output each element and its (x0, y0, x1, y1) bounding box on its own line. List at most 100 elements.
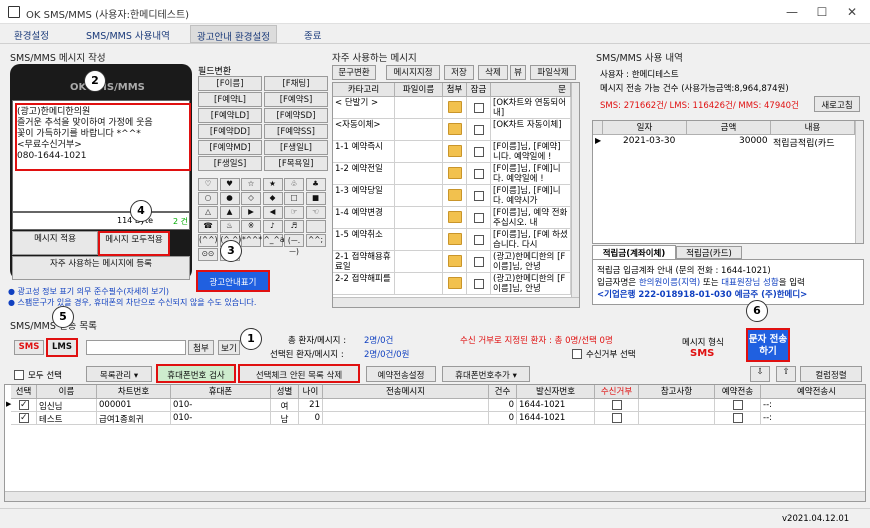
apply-all-button[interactable]: 메시지 모두적용 (98, 231, 170, 256)
lock-checkbox[interactable] (467, 119, 491, 141)
field-button[interactable]: [F예약L] (198, 92, 262, 107)
frequent-row[interactable]: 1-3 예약당일 [F이름]님, [F예]니다. 예약시가 (333, 185, 571, 207)
symbol-button[interactable]: ◇ (241, 192, 261, 205)
symbol-button[interactable]: ♧ (284, 178, 304, 191)
frequent-hscrollbar[interactable] (333, 297, 579, 307)
maximize-button[interactable]: ☐ (808, 3, 836, 21)
symbol-button[interactable]: ♣ (305, 178, 326, 191)
list-mgmt-dropdown[interactable]: 목록관리 ▾ (86, 366, 152, 382)
sort-asc-icon[interactable]: ⇩ (750, 366, 770, 382)
reserve-button[interactable]: 예약전송설정 (366, 366, 436, 382)
folder-icon[interactable] (443, 207, 467, 229)
sort-desc-icon[interactable]: ⇧ (776, 366, 796, 382)
recipient-row[interactable]: 테스트급여1종회귀010-남001644-1021--: (5, 412, 865, 425)
recipient-col-header[interactable]: 수신거부 (595, 385, 639, 399)
lock-checkbox[interactable] (467, 185, 491, 207)
add-phone-dropdown[interactable]: 휴대폰번호추가 ▾ (442, 366, 530, 382)
symbol-button[interactable]: ⊙⊙ (198, 248, 218, 261)
tab-card[interactable]: 적립금(카드) (676, 246, 742, 259)
lock-checkbox[interactable] (467, 163, 491, 185)
frequent-row[interactable]: < 단발기 > [OK차트와 연동되어 내] (333, 97, 571, 119)
symbol-button[interactable]: ☞ (284, 206, 304, 219)
recipient-col-header[interactable]: 선택 (11, 385, 37, 399)
field-button[interactable]: [F예약SD] (264, 108, 328, 123)
recipient-col-header[interactable]: 차트번호 (97, 385, 171, 399)
symbol-button[interactable]: (^^) (198, 234, 218, 247)
convert-button[interactable]: 문구변환 (332, 65, 376, 80)
row-reserve-checkbox[interactable] (715, 399, 761, 412)
apply-message-button[interactable]: 메시지 적용 (12, 231, 98, 255)
view-attach-button[interactable]: 보기 (218, 340, 240, 355)
field-button[interactable]: [F생일S] (198, 156, 262, 171)
row-select-checkbox[interactable] (11, 399, 37, 412)
folder-icon[interactable] (443, 97, 467, 119)
symbol-button[interactable]: ▲ (219, 206, 240, 219)
field-button[interactable]: [F예약MD] (198, 140, 262, 155)
frequent-row[interactable]: 1-1 예약즉시 [F이름]님, [F예약]니다. 예약일에 ! (333, 141, 571, 163)
field-button[interactable]: [F채팅] (264, 76, 328, 91)
symbol-button[interactable]: ♪ (262, 220, 283, 233)
save-button[interactable]: 저장 (444, 65, 474, 80)
symbol-button[interactable]: ▶ (241, 206, 261, 219)
symbol-button[interactable]: ● (219, 192, 240, 205)
recipient-col-header[interactable]: 전송메시지 (323, 385, 489, 399)
field-button[interactable]: [F예약S] (264, 92, 328, 107)
symbol-button[interactable]: ^_^a (262, 234, 284, 247)
recipient-col-header[interactable]: 나이 (299, 385, 323, 399)
minimize-button[interactable]: — (778, 3, 806, 21)
register-frequent-button[interactable]: 자주 사용하는 메시지에 등록 (12, 256, 190, 280)
symbol-button[interactable]: ※ (241, 220, 261, 233)
symbol-button[interactable]: ☜ (305, 206, 326, 219)
folder-icon[interactable] (443, 229, 467, 251)
lock-checkbox[interactable] (467, 273, 491, 295)
phone-check-button[interactable]: 휴대폰번호 검사 (156, 364, 236, 383)
send-message-button[interactable]: 문자 전송하기 (746, 328, 790, 362)
frequent-row[interactable]: 1-5 예약취소 [F이름]님, [F예 하셨습니다. 다시 (333, 229, 571, 251)
field-button[interactable]: [F예약DD] (198, 124, 262, 139)
lock-checkbox[interactable] (467, 207, 491, 229)
menu-exit[interactable]: 종료 (298, 27, 327, 43)
close-button[interactable]: ✕ (838, 3, 866, 21)
file-delete-button[interactable]: 파일삭제 (530, 65, 576, 80)
symbol-button[interactable]: ♡ (198, 178, 218, 191)
message-editor[interactable]: (광고)한메디한의원 즐거운 추석을 맞이하여 가정에 웃음 꽃이 가득하기를 … (12, 100, 191, 212)
usage-scrollbar[interactable] (855, 121, 863, 243)
recipient-col-header[interactable]: 휴대폰 (171, 385, 271, 399)
attach-button[interactable]: 첨부 (188, 340, 214, 355)
lock-checkbox[interactable] (467, 97, 491, 119)
refresh-button[interactable]: 새로고침 (814, 96, 860, 112)
symbol-button[interactable] (305, 220, 326, 233)
field-button[interactable]: [F예약SS] (264, 124, 328, 139)
recipient-col-header[interactable]: 참고사항 (639, 385, 715, 399)
usage-row[interactable]: ▶ 2021-03-30 30000 적립금적립(카드 (593, 135, 855, 149)
delete-unchecked-button[interactable]: 선택체크 안된 목록 삭제 (238, 364, 360, 383)
select-all-checkbox[interactable] (14, 370, 24, 380)
lock-checkbox[interactable] (467, 251, 491, 273)
notice-ad[interactable]: ● 광고성 정보 표기 의무 준수필수(자세히 보기) (8, 286, 169, 297)
symbol-button[interactable]: ◆ (262, 192, 283, 205)
menu-settings[interactable]: 환경설정 (8, 27, 55, 43)
row-select-checkbox[interactable] (11, 412, 37, 425)
row-reject-checkbox[interactable] (595, 399, 639, 412)
lock-checkbox[interactable] (467, 229, 491, 251)
recipient-col-header[interactable]: 이름 (37, 385, 97, 399)
recipient-col-header[interactable]: 예약전송 (715, 385, 761, 399)
recipient-col-header[interactable]: 성별 (271, 385, 299, 399)
symbol-button[interactable]: ♨ (219, 220, 240, 233)
frequent-row[interactable]: 2-2 접약해피를 (광고)한메디한의 [F이름]님, 안녕 (333, 273, 571, 295)
symbol-button[interactable]: ○ (198, 192, 218, 205)
symbol-button[interactable]: △ (198, 206, 218, 219)
ad-notice-button[interactable]: 광고안내표기 (196, 270, 270, 292)
frequent-row[interactable]: 1-2 예약전일 [F이름]님, [F예]니다. 예약일에 ! (333, 163, 571, 185)
folder-icon[interactable] (443, 119, 467, 141)
assign-button[interactable]: 메시지지정 (386, 65, 440, 80)
symbol-button[interactable]: ☎ (198, 220, 218, 233)
folder-icon[interactable] (443, 163, 467, 185)
tab-bank-transfer[interactable]: 적립금(계좌이체) (592, 245, 676, 259)
reject-checkbox[interactable] (572, 349, 582, 359)
symbol-button[interactable]: ★ (262, 178, 283, 191)
sms-button[interactable]: SMS (14, 340, 44, 355)
folder-icon[interactable] (443, 141, 467, 163)
row-reject-checkbox[interactable] (595, 412, 639, 425)
recipient-col-header[interactable]: 건수 (489, 385, 517, 399)
